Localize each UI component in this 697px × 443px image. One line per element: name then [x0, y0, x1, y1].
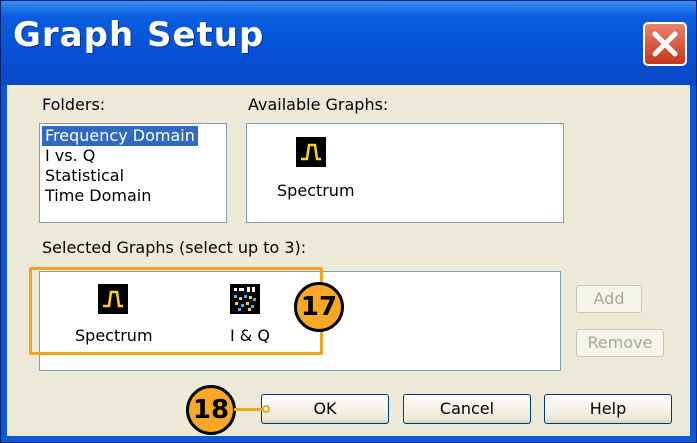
help-button[interactable]: Help	[544, 394, 672, 424]
available-graphs-list[interactable]: Spectrum	[246, 123, 564, 223]
spectrum-icon[interactable]	[296, 137, 326, 167]
close-button[interactable]	[643, 22, 687, 66]
folders-listbox[interactable]: Frequency Domain I vs. Q Statistical Tim…	[39, 123, 227, 223]
available-graph-label: Spectrum	[277, 181, 355, 200]
callout-leader-dot	[262, 405, 270, 413]
ok-button[interactable]: OK	[261, 394, 389, 424]
available-graphs-label: Available Graphs:	[248, 95, 389, 114]
dialog-title: Graph Setup	[13, 15, 265, 55]
dialog-body: Folders: Frequency Domain I vs. Q Statis…	[7, 85, 690, 436]
folders-label: Folders:	[42, 95, 106, 114]
folder-item-frequency-domain[interactable]: Frequency Domain	[42, 126, 198, 146]
folder-item-i-vs-q[interactable]: I vs. Q	[42, 146, 98, 166]
selected-graphs-callout-box	[29, 267, 323, 355]
callout-badge-18: 18	[186, 385, 236, 435]
cancel-button[interactable]: Cancel	[403, 394, 531, 424]
add-button[interactable]: Add	[576, 285, 642, 313]
title-bar[interactable]: Graph Setup	[1, 1, 696, 85]
graph-setup-dialog: Graph Setup Folders: Frequency Domain I …	[0, 0, 697, 443]
callout-badge-17: 17	[294, 282, 344, 332]
remove-button[interactable]: Remove	[576, 329, 664, 357]
folder-item-statistical[interactable]: Statistical	[42, 166, 127, 186]
folder-item-time-domain[interactable]: Time Domain	[42, 186, 154, 206]
selected-graphs-label: Selected Graphs (select up to 3):	[42, 238, 307, 257]
close-icon	[652, 31, 678, 57]
